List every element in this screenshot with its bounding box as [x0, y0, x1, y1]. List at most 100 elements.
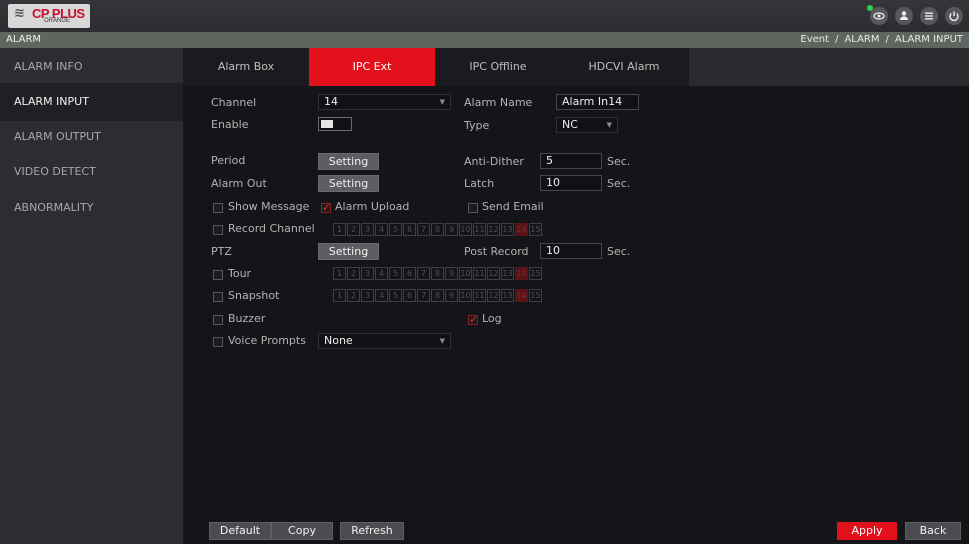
- channel-cell[interactable]: 9: [445, 223, 458, 236]
- breadcrumb-item[interactable]: ALARM: [844, 34, 879, 45]
- channel-cell[interactable]: 4: [375, 289, 388, 302]
- alarm-out-setting-button[interactable]: Setting: [318, 175, 379, 192]
- channel-cell[interactable]: 5: [389, 267, 402, 280]
- sidebar-item-alarm-info[interactable]: ALARM INFO: [0, 48, 183, 86]
- post-record-input[interactable]: 10: [540, 243, 602, 259]
- channel-cell[interactable]: 8: [431, 223, 444, 236]
- channel-cell[interactable]: 14: [515, 267, 528, 280]
- channel-cell[interactable]: 6: [403, 267, 416, 280]
- channel-cell[interactable]: 4: [375, 267, 388, 280]
- channel-cell[interactable]: 15: [529, 289, 542, 302]
- breadcrumb-item: ALARM INPUT: [894, 34, 963, 45]
- channel-cell[interactable]: 10: [459, 267, 472, 280]
- page-header: ALARM Event / ALARM / ALARM INPUT: [0, 32, 969, 48]
- channel-cell[interactable]: 3: [361, 267, 374, 280]
- channel-cell[interactable]: 8: [431, 289, 444, 302]
- record-channel-checkbox[interactable]: [213, 225, 223, 235]
- show-message-checkbox[interactable]: [213, 203, 223, 213]
- channel-cell[interactable]: 6: [403, 223, 416, 236]
- copy-button[interactable]: Copy: [271, 522, 333, 540]
- sidebar-item-video-detect[interactable]: VIDEO DETECT: [0, 153, 183, 191]
- channel-cell[interactable]: 1: [333, 267, 346, 280]
- channel-cell[interactable]: 2: [347, 223, 360, 236]
- channel-cell[interactable]: 13: [501, 289, 514, 302]
- voice-prompts-checkbox[interactable]: [213, 337, 223, 347]
- latch-input[interactable]: 10: [540, 175, 602, 191]
- post-record-unit: Sec.: [607, 245, 631, 258]
- channel-cell[interactable]: 6: [403, 289, 416, 302]
- channel-cell[interactable]: 7: [417, 289, 430, 302]
- enable-toggle[interactable]: [318, 117, 352, 131]
- sidebar-item-alarm-output[interactable]: ALARM OUTPUT: [0, 118, 183, 156]
- default-button[interactable]: Default: [209, 522, 271, 540]
- buzzer-checkbox[interactable]: [213, 315, 223, 325]
- breadcrumb-item[interactable]: Event: [800, 34, 829, 45]
- voice-prompts-select[interactable]: None ▼: [318, 333, 451, 349]
- tab-ipc-offline[interactable]: IPC Offline: [435, 48, 561, 86]
- menu-icon[interactable]: [920, 7, 938, 25]
- eye-icon[interactable]: [870, 7, 888, 25]
- tab-ipc-ext[interactable]: IPC Ext: [309, 48, 435, 86]
- log-checkbox[interactable]: [468, 313, 478, 326]
- channel-cell[interactable]: 9: [445, 267, 458, 280]
- toggle-knob: [321, 120, 333, 128]
- anti-dither-input[interactable]: 5: [540, 153, 602, 169]
- sidebar-item-label: ALARM INPUT: [14, 95, 89, 108]
- back-button[interactable]: Back: [905, 522, 961, 540]
- channel-cell[interactable]: 5: [389, 223, 402, 236]
- send-email-checkbox[interactable]: [468, 203, 478, 213]
- channel-cell[interactable]: 13: [501, 223, 514, 236]
- channel-select[interactable]: 14 ▼: [318, 94, 451, 110]
- channel-cell[interactable]: 7: [417, 223, 430, 236]
- snapshot-checkbox[interactable]: [213, 292, 223, 302]
- type-label: Type: [464, 119, 490, 132]
- chevron-down-icon: ▼: [439, 337, 445, 345]
- channel-cell[interactable]: 3: [361, 289, 374, 302]
- sidebar-item-abnormality[interactable]: ABNORMALITY: [0, 189, 183, 227]
- channel-cell[interactable]: 2: [347, 289, 360, 302]
- channel-cell[interactable]: 1: [333, 289, 346, 302]
- channel-cell[interactable]: 11: [473, 267, 486, 280]
- show-message-label: Show Message: [228, 200, 310, 213]
- channel-cell[interactable]: 15: [529, 267, 542, 280]
- tab-label: Alarm Box: [217, 60, 275, 73]
- channel-cell[interactable]: 9: [445, 289, 458, 302]
- power-icon[interactable]: [945, 7, 963, 25]
- channel-cell[interactable]: 2: [347, 267, 360, 280]
- channel-cell[interactable]: 1: [333, 223, 346, 236]
- channel-cell[interactable]: 12: [487, 267, 500, 280]
- user-icon[interactable]: [895, 7, 913, 25]
- alarm-name-input[interactable]: Alarm In14: [556, 94, 639, 110]
- channel-cell[interactable]: 14: [515, 223, 528, 236]
- channel-cell[interactable]: 4: [375, 223, 388, 236]
- alarm-upload-checkbox[interactable]: [321, 201, 331, 214]
- tab-alarm-box[interactable]: Alarm Box: [183, 48, 309, 86]
- record-channel-label: Record Channel: [228, 222, 315, 235]
- alarm-out-label: Alarm Out: [211, 177, 267, 190]
- channel-cell[interactable]: 5: [389, 289, 402, 302]
- period-setting-button[interactable]: Setting: [318, 153, 379, 170]
- channel-cell[interactable]: 10: [459, 223, 472, 236]
- alarm-upload-label: Alarm Upload: [335, 200, 410, 213]
- sidebar-item-alarm-input[interactable]: ALARM INPUT: [0, 83, 183, 121]
- channel-cell[interactable]: 7: [417, 267, 430, 280]
- channel-cell[interactable]: 14: [515, 289, 528, 302]
- channel-cell[interactable]: 15: [529, 223, 542, 236]
- tab-bar: Alarm Box IPC Ext IPC Offline HDCVI Alar…: [183, 48, 969, 86]
- ptz-setting-button[interactable]: Setting: [318, 243, 379, 260]
- channel-cell[interactable]: 11: [473, 289, 486, 302]
- channel-cell[interactable]: 10: [459, 289, 472, 302]
- tour-checkbox[interactable]: [213, 270, 223, 280]
- channel-cell[interactable]: 13: [501, 267, 514, 280]
- channel-cell[interactable]: 12: [487, 289, 500, 302]
- channel-value: 14: [324, 95, 338, 108]
- channel-cell[interactable]: 12: [487, 223, 500, 236]
- tab-hdcvi-alarm[interactable]: HDCVI Alarm: [561, 48, 687, 86]
- apply-button[interactable]: Apply: [837, 522, 897, 540]
- type-value: NC: [562, 118, 578, 131]
- channel-cell[interactable]: 11: [473, 223, 486, 236]
- channel-cell[interactable]: 3: [361, 223, 374, 236]
- refresh-button[interactable]: Refresh: [340, 522, 404, 540]
- type-select[interactable]: NC ▼: [556, 117, 618, 133]
- channel-cell[interactable]: 8: [431, 267, 444, 280]
